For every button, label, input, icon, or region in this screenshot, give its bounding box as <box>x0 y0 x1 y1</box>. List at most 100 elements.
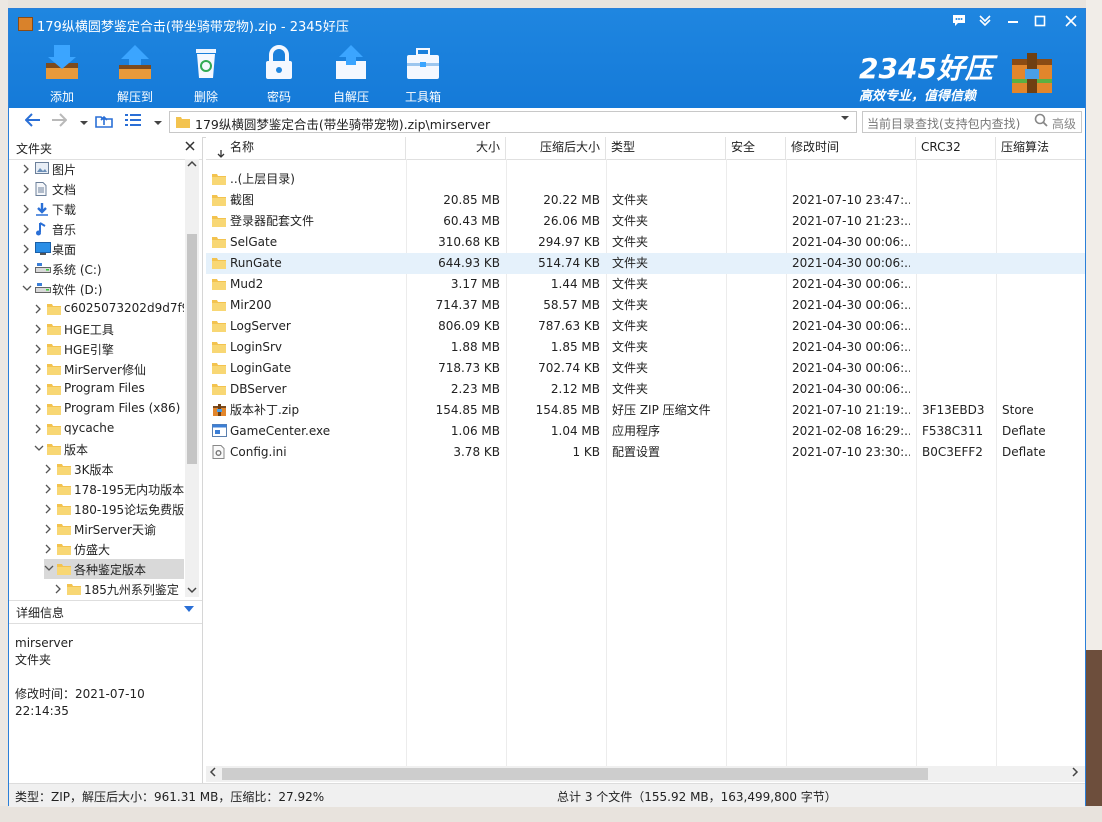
column-modified[interactable]: 修改时间 <box>786 137 916 159</box>
menu-icon[interactable] <box>971 12 999 34</box>
tree-item[interactable]: 软件 (D:) <box>22 279 184 299</box>
address-bar[interactable]: 179纵横圆梦鉴定合击(带坐骑带宠物).zip\mirserver <box>169 111 857 133</box>
table-row[interactable]: 版本补丁.zip 154.85 MB 154.85 MB 好压 ZIP 压缩文件 202… <box>206 400 1085 421</box>
chevron-right-icon[interactable] <box>22 264 34 277</box>
tree-item[interactable]: qycache <box>34 419 184 439</box>
forward-arrow-icon[interactable] <box>48 112 70 132</box>
chevron-right-icon[interactable] <box>34 324 46 337</box>
advanced-search-button[interactable]: 高级 <box>1052 115 1076 132</box>
chevron-down-icon[interactable] <box>34 444 46 455</box>
chevron-right-icon[interactable] <box>44 544 56 557</box>
table-row[interactable]: Config.ini 3.78 KB 1 KB 配置设置 2021-07-10 23:3… <box>206 442 1085 463</box>
table-row[interactable]: 截图 20.85 MB 20.22 MB 文件夹 2021-07-10 23:47:..… <box>206 190 1085 211</box>
chevron-down-icon[interactable] <box>184 606 194 612</box>
tree-item[interactable]: HGE工具 <box>34 319 184 339</box>
chevron-right-icon[interactable] <box>44 524 56 537</box>
chevron-right-icon[interactable] <box>44 464 56 477</box>
tree-item[interactable]: 各种鉴定版本 <box>44 559 184 579</box>
search-icon[interactable] <box>1034 113 1048 131</box>
address-dropdown-icon[interactable] <box>840 114 850 125</box>
horizontal-scroll-thumb[interactable] <box>222 768 928 780</box>
details-header[interactable]: 详细信息 <box>9 600 202 624</box>
chevron-right-icon[interactable] <box>54 584 66 597</box>
chevron-right-icon[interactable] <box>22 184 34 197</box>
chevron-right-icon[interactable] <box>22 164 34 177</box>
tree-item[interactable]: 185九州系列鉴定 <box>54 579 184 597</box>
tree-item[interactable]: 图片 <box>22 159 184 179</box>
tree-item[interactable]: 3K版本 <box>44 459 184 479</box>
chevron-right-icon[interactable] <box>44 484 56 497</box>
chevron-right-icon[interactable] <box>34 404 46 417</box>
tree-item[interactable]: 仿盛大 <box>44 539 184 559</box>
chevron-right-icon[interactable] <box>22 224 34 237</box>
cell-name: LoginSrv <box>230 340 283 354</box>
table-row[interactable]: LoginSrv 1.88 MB 1.85 MB 文件夹 2021-04-30 00:0… <box>206 337 1085 358</box>
tree-item[interactable]: 版本 <box>34 439 184 459</box>
maximize-icon[interactable] <box>1026 12 1054 34</box>
table-row[interactable]: Mud2 3.17 MB 1.44 MB 文件夹 2021-04-30 00:06:..… <box>206 274 1085 295</box>
chevron-down-icon[interactable] <box>22 284 34 295</box>
tree-item[interactable]: 180-195论坛免费版 <box>44 499 184 519</box>
history-dropdown-icon[interactable] <box>73 112 95 132</box>
table-row[interactable]: RunGate 644.93 KB 514.74 KB 文件夹 2021-04-30 0… <box>206 253 1085 274</box>
table-row[interactable]: LogServer 806.09 KB 787.63 KB 文件夹 2021-04-30… <box>206 316 1085 337</box>
view-dropdown-icon[interactable] <box>147 112 169 132</box>
tree-scroll-thumb[interactable] <box>187 234 197 464</box>
column-security[interactable]: 安全 <box>726 137 786 159</box>
feedback-icon[interactable] <box>945 12 973 34</box>
chevron-right-icon[interactable] <box>22 204 34 217</box>
table-row[interactable]: GameCenter.exe 1.06 MB 1.04 MB 应用程序 2021-02-… <box>206 421 1085 442</box>
tree-item[interactable]: 178-195无内功版本 <box>44 479 184 499</box>
tree-item[interactable]: 音乐 <box>22 219 184 239</box>
horizontal-scrollbar[interactable] <box>206 766 1085 782</box>
up-folder-icon[interactable] <box>93 112 115 132</box>
tree-item[interactable]: Program Files <box>34 379 184 399</box>
self-extract-button[interactable]: 自解压 <box>321 43 381 105</box>
password-button[interactable]: 密码 <box>249 43 309 105</box>
back-arrow-icon[interactable] <box>22 112 44 132</box>
table-row[interactable]: 登录器配套文件 60.43 MB 26.06 MB 文件夹 2021-07-10 21:… <box>206 211 1085 232</box>
chevron-right-icon[interactable] <box>34 364 46 377</box>
scroll-down-icon[interactable] <box>187 587 197 597</box>
table-row[interactable]: ..(上层目录) <box>206 169 1085 190</box>
column-type[interactable]: 类型 <box>606 137 726 159</box>
table-row[interactable]: LoginGate 718.73 KB 702.74 KB 文件夹 2021-04-30… <box>206 358 1085 379</box>
tree-item[interactable]: c6025073202d9d7f9 <box>34 299 184 319</box>
tree-item[interactable]: 系统 (C:) <box>22 259 184 279</box>
tree-item[interactable]: 文档 <box>22 179 184 199</box>
chevron-right-icon[interactable] <box>34 424 46 437</box>
table-row[interactable]: Mir200 714.37 MB 58.57 MB 文件夹 2021-04-30 00:… <box>206 295 1085 316</box>
close-tree-icon[interactable] <box>185 139 195 155</box>
extract-button[interactable]: 解压到 <box>105 43 165 105</box>
tree-item[interactable]: MirServer天谕 <box>44 519 184 539</box>
scroll-right-icon[interactable] <box>1072 767 1079 780</box>
tree-item[interactable]: Program Files (x86) <box>34 399 184 419</box>
chevron-right-icon[interactable] <box>44 504 56 517</box>
table-row[interactable]: SelGate 310.68 KB 294.97 KB 文件夹 2021-04-30 0… <box>206 232 1085 253</box>
chevron-right-icon[interactable] <box>22 244 34 257</box>
column-packed-size[interactable]: 压缩后大小 <box>506 137 606 159</box>
table-row[interactable]: DBServer 2.23 MB 2.12 MB 文件夹 2021-04-30 00:0… <box>206 379 1085 400</box>
column-size[interactable]: 大小 <box>406 137 506 159</box>
column-name[interactable]: 名称 <box>206 137 406 159</box>
close-icon[interactable] <box>1057 12 1085 34</box>
tree-item[interactable]: 下载 <box>22 199 184 219</box>
view-list-icon[interactable] <box>122 112 144 132</box>
search-box[interactable]: 当前目录查找(支持包内查找) 高级 <box>862 111 1082 133</box>
add-button[interactable]: 添加 <box>32 43 92 105</box>
toolbox-button[interactable]: 工具箱 <box>393 43 453 105</box>
chevron-right-icon[interactable] <box>34 384 46 397</box>
delete-button[interactable]: 删除 <box>176 43 236 105</box>
tree-item[interactable]: MirServer修仙 <box>34 359 184 379</box>
scroll-left-icon[interactable] <box>209 767 216 780</box>
tree-scrollbar[interactable] <box>185 159 199 597</box>
chevron-down-icon[interactable] <box>44 564 56 575</box>
tree-item[interactable]: 桌面 <box>22 239 184 259</box>
chevron-right-icon[interactable] <box>34 344 46 357</box>
chevron-right-icon[interactable] <box>34 304 46 317</box>
column-crc32[interactable]: CRC32 <box>916 137 996 159</box>
minimize-icon[interactable] <box>999 12 1027 34</box>
tree-item[interactable]: HGE引擎 <box>34 339 184 359</box>
column-method[interactable]: 压缩算法 <box>996 137 1085 159</box>
scroll-up-icon[interactable] <box>187 160 197 170</box>
